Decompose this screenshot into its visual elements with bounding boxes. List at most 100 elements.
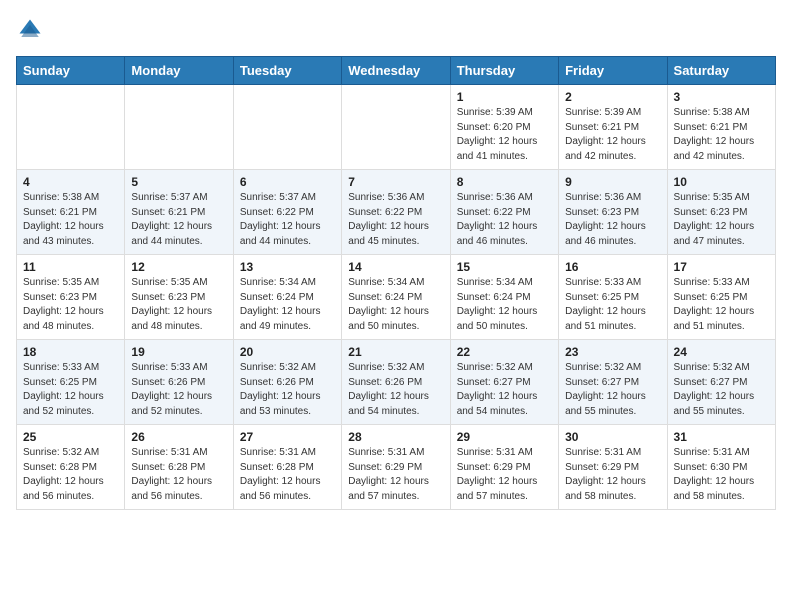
calendar-day-3: 3 Sunrise: 5:38 AMSunset: 6:21 PMDaylight… [667,85,775,170]
calendar-day-5: 5Sunrise: 5:37 AMSunset: 6:21 PMDaylight… [125,170,233,255]
day-number: 11 [23,260,118,274]
day-info: Sunrise: 5:33 AMSunset: 6:26 PMDaylight:… [131,361,226,419]
day-number: 12 [131,260,226,274]
day-number: 29 [457,430,552,444]
day-number: 25 [23,430,118,444]
day-number: 6 [240,175,335,189]
day-number: 26 [131,430,226,444]
weekday-header-friday: Friday [559,57,667,85]
day-number: 5 [131,175,226,189]
day-number: 7 [348,175,443,189]
day-info: Sunrise: 5:31 AMSunset: 6:29 PMDaylight:… [348,446,443,504]
day-number: 21 [348,345,443,359]
calendar-day-17: 17 Sunrise: 5:33 AMSunset: 6:25 PMDayligh… [667,255,775,340]
day-number: 20 [240,345,335,359]
day-info: Sunrise: 5:39 AMSunset: 6:21 PMDaylight:… [565,106,660,164]
calendar-week-3: 11 Sunrise: 5:35 AMSunset: 6:23 PMDayligh… [17,255,776,340]
day-number: 4 [23,175,118,189]
weekday-header-row: SundayMondayTuesdayWednesdayThursdayFrid… [17,57,776,85]
page-header [16,16,776,44]
day-number: 19 [131,345,226,359]
day-info: Sunrise: 5:36 AMSunset: 6:22 PMDaylight:… [457,191,552,249]
calendar-day-30: 30Sunrise: 5:31 AMSunset: 6:29 PMDayligh… [559,425,667,510]
logo-icon [16,16,44,44]
day-info: Sunrise: 5:35 AMSunset: 6:23 PMDaylight:… [131,276,226,334]
day-info: Sunrise: 5:35 AMSunset: 6:23 PMDaylight:… [674,191,769,249]
calendar-day-11: 11 Sunrise: 5:35 AMSunset: 6:23 PMDayligh… [17,255,125,340]
day-info: Sunrise: 5:33 AMSunset: 6:25 PMDaylight:… [674,276,769,334]
calendar-day-15: 15 Sunrise: 5:34 AMSunset: 6:24 PMDayligh… [450,255,558,340]
calendar-week-5: 25 Sunrise: 5:32 AMSunset: 6:28 PMDayligh… [17,425,776,510]
empty-cell [233,85,341,170]
calendar-day-16: 16 Sunrise: 5:33 AMSunset: 6:25 PMDayligh… [559,255,667,340]
day-info: Sunrise: 5:32 AMSunset: 6:28 PMDaylight:… [23,446,118,504]
day-info: Sunrise: 5:32 AMSunset: 6:26 PMDaylight:… [348,361,443,419]
day-info: Sunrise: 5:32 AMSunset: 6:27 PMDaylight:… [674,361,769,419]
day-number: 22 [457,345,552,359]
calendar-week-2: 4 Sunrise: 5:38 AMSunset: 6:21 PMDaylight… [17,170,776,255]
day-number: 3 [674,90,769,104]
calendar-day-8: 8Sunrise: 5:36 AMSunset: 6:22 PMDaylight… [450,170,558,255]
calendar-day-4: 4 Sunrise: 5:38 AMSunset: 6:21 PMDaylight… [17,170,125,255]
empty-cell [125,85,233,170]
day-number: 17 [674,260,769,274]
calendar-day-6: 6Sunrise: 5:37 AMSunset: 6:22 PMDaylight… [233,170,341,255]
day-info: Sunrise: 5:33 AMSunset: 6:25 PMDaylight:… [565,276,660,334]
day-info: Sunrise: 5:31 AMSunset: 6:28 PMDaylight:… [131,446,226,504]
empty-cell [17,85,125,170]
day-info: Sunrise: 5:34 AMSunset: 6:24 PMDaylight:… [457,276,552,334]
calendar-day-9: 9 Sunrise: 5:36 AMSunset: 6:23 PMDaylight… [559,170,667,255]
calendar-day-25: 25 Sunrise: 5:32 AMSunset: 6:28 PMDayligh… [17,425,125,510]
calendar-day-1: 1Sunrise: 5:39 AMSunset: 6:20 PMDaylight… [450,85,558,170]
calendar-day-2: 2 Sunrise: 5:39 AMSunset: 6:21 PMDaylight… [559,85,667,170]
calendar-day-29: 29Sunrise: 5:31 AMSunset: 6:29 PMDayligh… [450,425,558,510]
day-number: 16 [565,260,660,274]
day-number: 15 [457,260,552,274]
day-info: Sunrise: 5:38 AMSunset: 6:21 PMDaylight:… [674,106,769,164]
day-info: Sunrise: 5:32 AMSunset: 6:26 PMDaylight:… [240,361,335,419]
calendar-day-31: 31 Sunrise: 5:31 AMSunset: 6:30 PMDayligh… [667,425,775,510]
calendar-day-23: 23 Sunrise: 5:32 AMSunset: 6:27 PMDayligh… [559,340,667,425]
day-info: Sunrise: 5:34 AMSunset: 6:24 PMDaylight:… [240,276,335,334]
day-number: 31 [674,430,769,444]
calendar-week-1: 1Sunrise: 5:39 AMSunset: 6:20 PMDaylight… [17,85,776,170]
day-info: Sunrise: 5:32 AMSunset: 6:27 PMDaylight:… [457,361,552,419]
day-info: Sunrise: 5:34 AMSunset: 6:24 PMDaylight:… [348,276,443,334]
calendar-day-20: 20 Sunrise: 5:32 AMSunset: 6:26 PMDayligh… [233,340,341,425]
day-info: Sunrise: 5:36 AMSunset: 6:23 PMDaylight:… [565,191,660,249]
calendar-day-27: 27Sunrise: 5:31 AMSunset: 6:28 PMDayligh… [233,425,341,510]
day-number: 28 [348,430,443,444]
day-number: 13 [240,260,335,274]
day-number: 18 [23,345,118,359]
weekday-header-sunday: Sunday [17,57,125,85]
day-number: 9 [565,175,660,189]
weekday-header-monday: Monday [125,57,233,85]
calendar-day-7: 7 Sunrise: 5:36 AMSunset: 6:22 PMDaylight… [342,170,450,255]
calendar-day-14: 14 Sunrise: 5:34 AMSunset: 6:24 PMDayligh… [342,255,450,340]
day-number: 27 [240,430,335,444]
calendar-day-18: 18Sunrise: 5:33 AMSunset: 6:25 PMDayligh… [17,340,125,425]
calendar-day-21: 21 Sunrise: 5:32 AMSunset: 6:26 PMDayligh… [342,340,450,425]
day-number: 10 [674,175,769,189]
day-number: 30 [565,430,660,444]
calendar-day-10: 10 Sunrise: 5:35 AMSunset: 6:23 PMDayligh… [667,170,775,255]
logo [16,16,48,44]
calendar-day-26: 26 Sunrise: 5:31 AMSunset: 6:28 PMDayligh… [125,425,233,510]
calendar-day-28: 28 Sunrise: 5:31 AMSunset: 6:29 PMDayligh… [342,425,450,510]
day-info: Sunrise: 5:36 AMSunset: 6:22 PMDaylight:… [348,191,443,249]
weekday-header-saturday: Saturday [667,57,775,85]
weekday-header-tuesday: Tuesday [233,57,341,85]
calendar-day-19: 19 Sunrise: 5:33 AMSunset: 6:26 PMDayligh… [125,340,233,425]
day-info: Sunrise: 5:35 AMSunset: 6:23 PMDaylight:… [23,276,118,334]
day-number: 14 [348,260,443,274]
calendar-day-13: 13 Sunrise: 5:34 AMSunset: 6:24 PMDayligh… [233,255,341,340]
weekday-header-thursday: Thursday [450,57,558,85]
calendar-day-22: 22 Sunrise: 5:32 AMSunset: 6:27 PMDayligh… [450,340,558,425]
day-number: 1 [457,90,552,104]
day-number: 23 [565,345,660,359]
calendar-day-24: 24Sunrise: 5:32 AMSunset: 6:27 PMDayligh… [667,340,775,425]
day-info: Sunrise: 5:32 AMSunset: 6:27 PMDaylight:… [565,361,660,419]
day-number: 2 [565,90,660,104]
day-info: Sunrise: 5:38 AMSunset: 6:21 PMDaylight:… [23,191,118,249]
day-info: Sunrise: 5:31 AMSunset: 6:30 PMDaylight:… [674,446,769,504]
